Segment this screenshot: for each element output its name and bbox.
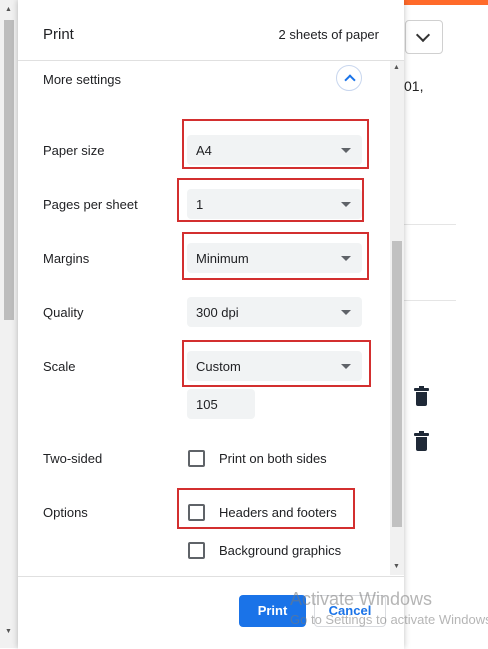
quality-dropdown[interactable]: 300 dpi (187, 297, 362, 327)
options-label: Options (43, 505, 88, 520)
dropdown-caret-icon (341, 310, 351, 315)
print-both-sides-label[interactable]: Print on both sides (219, 451, 327, 466)
trash-icon[interactable] (414, 386, 429, 406)
quality-label: Quality (43, 305, 84, 320)
scroll-up-arrow-icon[interactable]: ▲ (5, 6, 12, 13)
sheets-count: 2 sheets of paper (278, 27, 379, 42)
outer-scrollbar-thumb[interactable] (4, 20, 14, 320)
scale-custom-value: 105 (196, 397, 218, 412)
chevron-up-icon (344, 74, 356, 86)
scroll-down-arrow-icon[interactable]: ▼ (5, 628, 12, 635)
settings-panel: More settings Paper size A4 Pages per sh… (18, 61, 390, 575)
highlight-box (182, 232, 369, 280)
chevron-down-icon (415, 27, 431, 43)
background-divider (400, 300, 456, 301)
highlight-box (182, 340, 371, 387)
more-settings-toggle[interactable] (336, 65, 362, 91)
two-sided-label: Two-sided (43, 451, 103, 466)
highlight-box (182, 119, 369, 169)
highlight-box (177, 488, 355, 529)
scale-custom-input[interactable]: 105 (187, 389, 255, 419)
margins-label: Margins (43, 251, 90, 266)
paper-size-label: Paper size (43, 143, 105, 158)
print-dialog: Print 2 sheets of paper More settings Pa… (18, 0, 404, 649)
pages-per-sheet-label: Pages per sheet (43, 197, 138, 212)
print-both-sides-checkbox[interactable] (188, 450, 205, 467)
more-settings-label: More settings (43, 72, 122, 87)
watermark-title: Activate Windows (290, 589, 433, 609)
dialog-title: Print (43, 26, 74, 43)
background-divider (400, 224, 456, 225)
outer-scrollbar[interactable]: ▲ ▼ (0, 0, 18, 648)
highlight-box (177, 178, 364, 222)
background-dropdown[interactable] (405, 20, 443, 54)
background-graphics-checkbox[interactable] (188, 542, 205, 559)
scale-label: Scale (43, 359, 76, 374)
watermark-subtitle: Go to Settings to activate Windows. (290, 612, 488, 627)
dialog-header: Print 2 sheets of paper (18, 0, 404, 61)
settings-scrollbar-thumb[interactable] (392, 241, 402, 527)
background-partial-text: 01, (404, 78, 424, 94)
scroll-up-arrow-icon[interactable]: ▲ (393, 64, 400, 71)
scroll-down-arrow-icon[interactable]: ▼ (393, 563, 400, 570)
trash-icon[interactable] (414, 431, 429, 451)
background-graphics-label[interactable]: Background graphics (219, 543, 341, 558)
activation-watermark: Activate Windows Go to Settings to activ… (290, 589, 488, 627)
background-top-bar (395, 0, 488, 5)
quality-value: 300 dpi (196, 305, 239, 320)
settings-scrollbar[interactable]: ▲ ▼ (390, 61, 404, 575)
